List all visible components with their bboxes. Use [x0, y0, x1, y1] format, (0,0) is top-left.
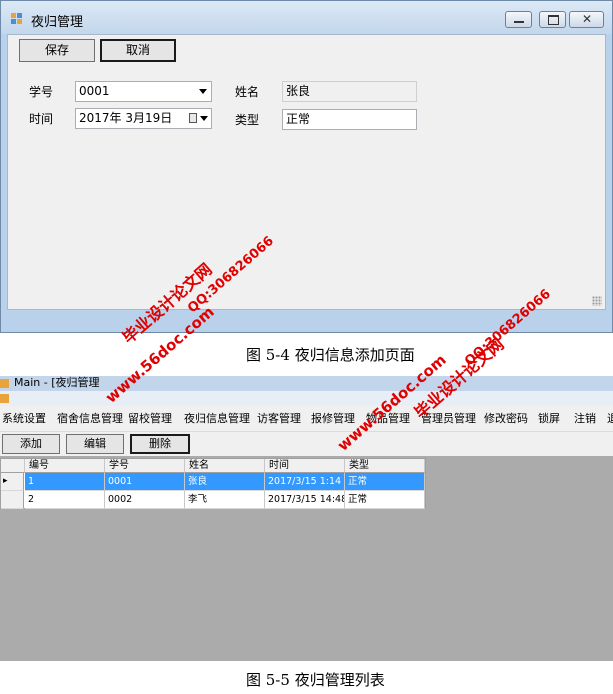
menu-bar: 系统设置 宿舍信息管理 留校管理 夜归信息管理 访客管理 报修管理 物品管理 管…: [0, 406, 613, 432]
table-row[interactable]: 2 0002 李飞 2017/3/15 14:48 正常: [1, 491, 425, 509]
resize-grip-icon[interactable]: [592, 296, 602, 306]
menu-item-night-return[interactable]: 夜归信息管理: [184, 411, 250, 427]
menu-item-system-settings[interactable]: 系统设置: [2, 411, 46, 427]
menu-item-logout[interactable]: 注销: [574, 411, 596, 427]
menu-item-lock-screen[interactable]: 锁屏: [538, 411, 560, 427]
chevron-down-icon[interactable]: [200, 116, 208, 121]
title-bar: 夜归管理 ✕: [1, 1, 612, 34]
night-return-form-window: 夜归管理 ✕ 保存 取消 学号 0001 姓名 张良 时间 2017年 3月19…: [0, 0, 613, 333]
minimize-icon: [514, 21, 524, 23]
cell-id[interactable]: 2: [25, 491, 105, 509]
form-client-area: 保存 取消 学号 0001 姓名 张良 时间 2017年 3月19日 类型 正常: [7, 34, 606, 310]
close-button[interactable]: ✕: [569, 11, 604, 28]
menu-item-dorm-info[interactable]: 宿舍信息管理: [57, 411, 123, 427]
row-header[interactable]: [1, 491, 24, 509]
cell-type[interactable]: 正常: [345, 491, 425, 509]
app-icon: [0, 379, 9, 388]
cell-time[interactable]: 2017/3/15 1:14: [265, 473, 345, 491]
cell-time[interactable]: 2017/3/15 14:48: [265, 491, 345, 509]
maximize-icon: [548, 15, 559, 25]
student-id-value: 0001: [79, 84, 110, 98]
column-header-name[interactable]: 姓名: [185, 459, 265, 473]
maximize-button[interactable]: [539, 11, 566, 28]
time-label: 时间: [29, 112, 54, 126]
time-value: 2017年 3月19日: [79, 111, 173, 125]
time-date-picker[interactable]: 2017年 3月19日: [75, 108, 212, 129]
cell-name[interactable]: 张良: [185, 473, 265, 491]
minimize-button[interactable]: [505, 11, 532, 28]
figure-caption-1: 图 5-4 夜归信息添加页面: [246, 346, 415, 364]
menu-item-visitors[interactable]: 访客管理: [257, 411, 301, 427]
mdi-child-bar: [0, 391, 613, 406]
menu-item-repairs[interactable]: 报修管理: [311, 411, 355, 427]
current-row-arrow-icon: ▸: [3, 476, 8, 486]
main-list-window: Main - [夜归管理 系统设置 宿舍信息管理 留校管理 夜归信息管理 访客管…: [0, 376, 613, 661]
toolbar: 添加 编辑 删除: [0, 432, 613, 456]
cell-id[interactable]: 1: [25, 473, 105, 491]
add-button[interactable]: 添加: [2, 434, 60, 454]
column-header-student-id[interactable]: 学号: [105, 459, 185, 473]
student-id-combobox[interactable]: 0001: [75, 81, 212, 102]
night-return-table: 编号 学号 姓名 时间 类型 ▸ 1 0001 张良 2017/3/15 1:1…: [0, 458, 426, 509]
column-header-type[interactable]: 类型: [345, 459, 425, 473]
name-label: 姓名: [235, 85, 260, 99]
calendar-icon[interactable]: [189, 113, 197, 123]
cell-student-id[interactable]: 0002: [105, 491, 185, 509]
delete-button[interactable]: 删除: [130, 434, 190, 454]
name-field[interactable]: 张良: [282, 81, 417, 102]
type-label: 类型: [235, 113, 260, 127]
main-title-bar: Main - [夜归管理: [0, 376, 613, 391]
cell-name[interactable]: 李飞: [185, 491, 265, 509]
student-id-label: 学号: [29, 85, 54, 99]
cell-student-id[interactable]: 0001: [105, 473, 185, 491]
menu-item-change-password[interactable]: 修改密码: [484, 411, 528, 427]
chevron-down-icon[interactable]: [199, 89, 207, 94]
row-header[interactable]: ▸: [1, 473, 24, 491]
column-header-id[interactable]: 编号: [25, 459, 105, 473]
child-form-icon: [0, 394, 9, 403]
app-icon: [11, 13, 22, 24]
cancel-button[interactable]: 取消: [100, 39, 176, 62]
menu-item-exit[interactable]: 退: [607, 411, 613, 427]
table-corner: [1, 459, 25, 473]
edit-button[interactable]: 编辑: [66, 434, 124, 454]
table-row[interactable]: ▸ 1 0001 张良 2017/3/15 1:14 正常: [1, 473, 425, 491]
window-title: 夜归管理: [31, 15, 84, 30]
menu-item-stay-at-school[interactable]: 留校管理: [128, 411, 172, 427]
type-field[interactable]: 正常: [282, 109, 417, 130]
main-window-title: Main - [夜归管理: [14, 376, 100, 389]
save-button[interactable]: 保存: [19, 39, 95, 62]
cell-type[interactable]: 正常: [345, 473, 425, 491]
figure-caption-2: 图 5-5 夜归管理列表: [246, 671, 385, 689]
column-header-time[interactable]: 时间: [265, 459, 345, 473]
close-icon: ✕: [582, 12, 593, 26]
